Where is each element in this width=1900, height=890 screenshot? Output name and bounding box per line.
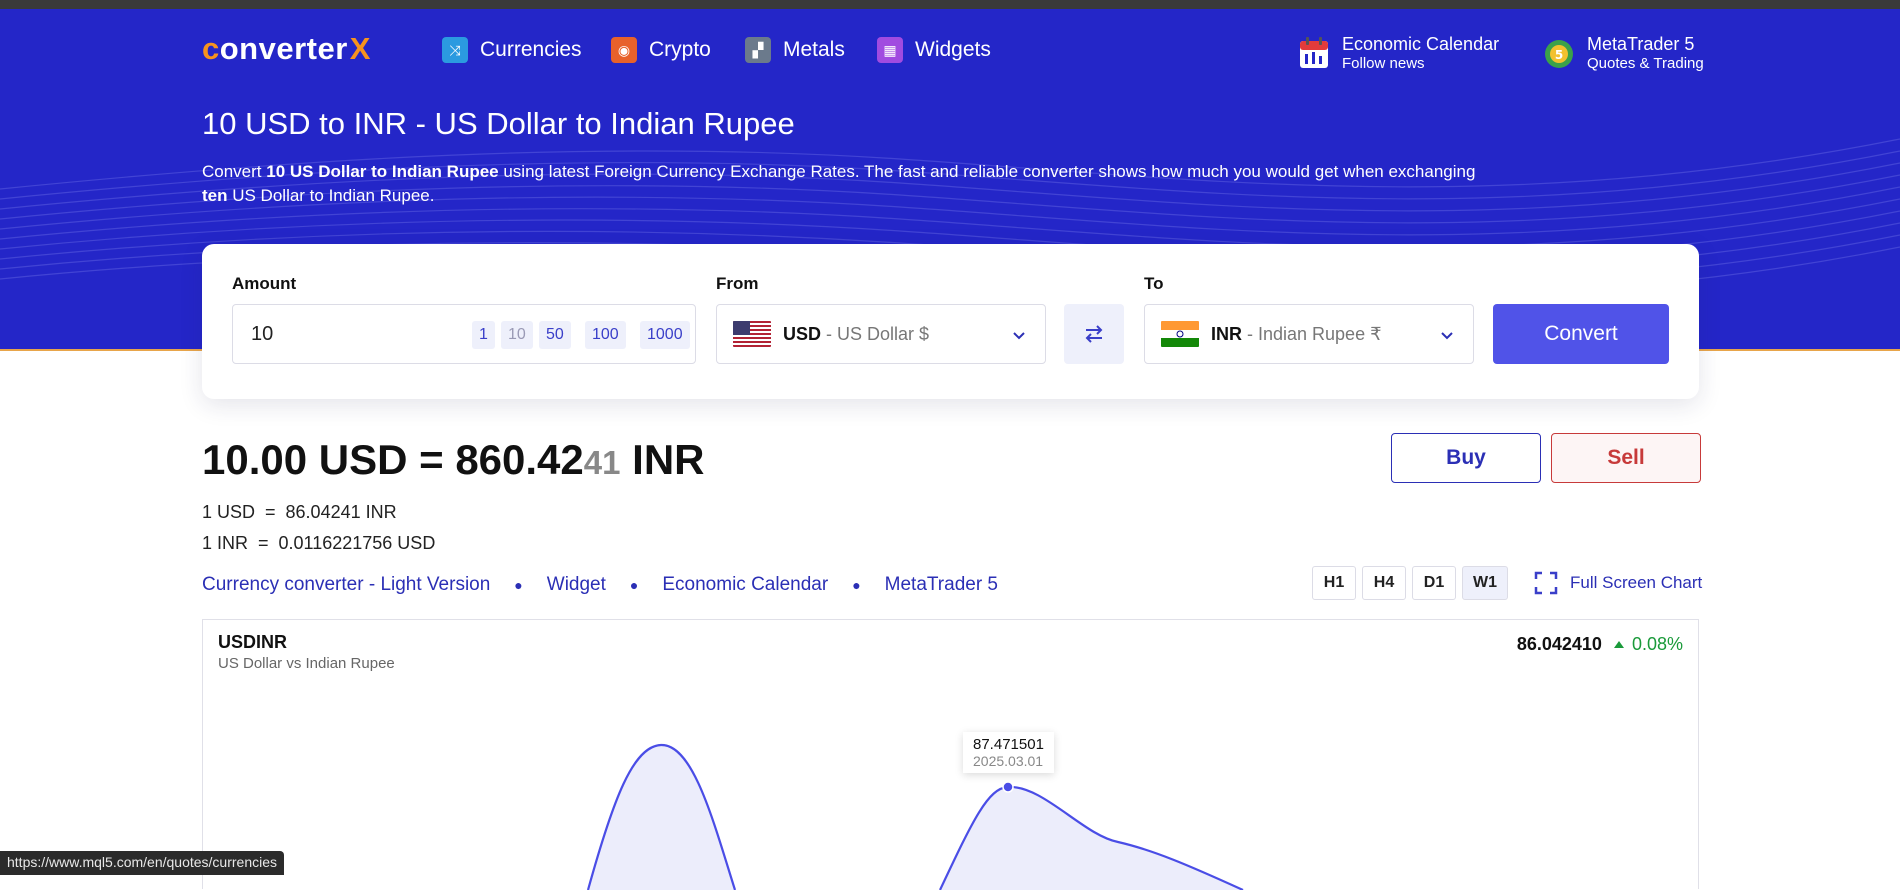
separator-dot: ● bbox=[852, 577, 861, 593]
separator-dot: ● bbox=[514, 577, 523, 593]
full-screen-chart-link[interactable]: Full Screen Chart bbox=[1534, 571, 1702, 595]
chart-tooltip: 87.471501 2025.03.01 bbox=[963, 732, 1054, 773]
timeframe-d1-button[interactable]: D1 bbox=[1412, 566, 1456, 600]
swap-currencies-button[interactable] bbox=[1064, 304, 1124, 364]
fullscreen-label: Full Screen Chart bbox=[1570, 573, 1703, 592]
converter-card: Amount 10 1 10 50 100 1000 From USD - US… bbox=[202, 244, 1699, 399]
preset-10-button[interactable]: 10 bbox=[501, 321, 533, 349]
metatrader-title: MetaTrader 5 bbox=[1587, 33, 1695, 54]
nav-item-currencies[interactable]: ⤨ Currencies bbox=[442, 35, 582, 65]
crypto-coin-icon: ◉ bbox=[611, 37, 637, 63]
rate-usd-inr: 1 USD = 86.04241 INR bbox=[202, 502, 397, 522]
nav-item-widgets[interactable]: ▦ Widgets bbox=[877, 35, 991, 65]
converterx-logo[interactable]: c onverter X bbox=[202, 29, 371, 69]
link-light-version[interactable]: Currency converter - Light Version bbox=[202, 574, 490, 596]
conversion-result: 10.00 USD = 860.4241 INR bbox=[202, 436, 705, 484]
price-chart[interactable]: USDINR US Dollar vs Indian Rupee 86.0424… bbox=[202, 619, 1699, 890]
swap-arrows-icon bbox=[1085, 325, 1103, 343]
to-code: INR bbox=[1211, 323, 1242, 344]
widgets-grid-icon: ▦ bbox=[877, 37, 903, 63]
from-name: - US Dollar $ bbox=[826, 323, 930, 344]
from-label: From bbox=[716, 274, 759, 293]
amount-value: 10 bbox=[251, 323, 274, 345]
sell-button[interactable]: Sell bbox=[1551, 433, 1701, 483]
nav-label: Metals bbox=[783, 38, 845, 61]
preset-50-button[interactable]: 50 bbox=[539, 321, 571, 349]
metatrader-subtitle: Quotes & Trading bbox=[1587, 54, 1704, 72]
link-economic-calendar[interactable]: Economic Calendar bbox=[662, 574, 828, 596]
desc-text: using latest Foreign Currency Exchange R… bbox=[498, 162, 1476, 181]
chart-area bbox=[586, 743, 1244, 890]
from-currency-select[interactable]: USD - US Dollar $ bbox=[716, 304, 1046, 364]
rate-inr-usd: 1 INR = 0.0116221756 USD bbox=[202, 533, 436, 553]
result-small-digits: 41 bbox=[583, 444, 621, 481]
to-name: - Indian Rupee ₹ bbox=[1247, 323, 1382, 344]
metatrader-link[interactable]: 5 MetaTrader 5 Quotes & Trading bbox=[1543, 29, 1704, 77]
related-links: Currency converter - Light Version ● Wid… bbox=[202, 574, 998, 596]
svg-text:5: 5 bbox=[1555, 48, 1563, 62]
chevron-down-icon bbox=[1441, 332, 1453, 340]
amount-input[interactable]: 10 1 10 50 100 1000 bbox=[232, 304, 696, 364]
link-metatrader[interactable]: MetaTrader 5 bbox=[885, 574, 998, 596]
nav-label: Currencies bbox=[480, 38, 582, 61]
separator-dot: ● bbox=[629, 577, 639, 593]
tooltip-value: 87.471501 bbox=[973, 736, 1044, 753]
from-code: USD bbox=[783, 323, 822, 344]
desc-bold: 10 US Dollar to Indian Rupee bbox=[266, 162, 499, 181]
to-label: To bbox=[1144, 274, 1164, 293]
result-main: 10.00 USD = 860.42 bbox=[202, 436, 584, 483]
link-widget[interactable]: Widget bbox=[547, 574, 606, 596]
nav-item-crypto[interactable]: ◉ Crypto bbox=[611, 35, 711, 65]
economic-calendar-link[interactable]: Economic Calendar Follow news bbox=[1298, 29, 1499, 77]
browser-status-url: https://www.mql5.com/en/quotes/currencie… bbox=[0, 851, 285, 875]
desc-text: US Dollar to Indian Rupee. bbox=[227, 186, 435, 205]
logo-text: onverter bbox=[219, 31, 348, 66]
gold-bars-icon: ▞ bbox=[745, 37, 771, 63]
calendar-icon bbox=[1300, 37, 1328, 68]
india-flag-icon bbox=[1161, 321, 1199, 347]
preset-100-button[interactable]: 100 bbox=[585, 321, 626, 349]
page-description: Convert 10 US Dollar to Indian Rupee usi… bbox=[202, 160, 1502, 208]
logo-x: X bbox=[349, 31, 371, 66]
nav-item-metals[interactable]: ▞ Metals bbox=[745, 35, 845, 65]
desc-text: Convert bbox=[202, 162, 267, 181]
page-title: 10 USD to INR - US Dollar to Indian Rupe… bbox=[202, 106, 795, 141]
top-navigation: c onverter X ⤨ Currencies ◉ Crypto ▞ Metal… bbox=[0, 9, 1900, 89]
result-currency: INR bbox=[620, 436, 705, 483]
timeframe-h4-button[interactable]: H4 bbox=[1362, 566, 1406, 600]
calendar-title: Economic Calendar bbox=[1342, 33, 1500, 54]
us-flag-icon bbox=[733, 321, 771, 347]
chart-highlight-point[interactable] bbox=[1002, 781, 1014, 793]
nav-label: Widgets bbox=[915, 38, 991, 61]
timeframe-w1-button[interactable]: W1 bbox=[1462, 566, 1508, 600]
convert-button[interactable]: Convert bbox=[1493, 304, 1669, 364]
calendar-subtitle: Follow news bbox=[1342, 54, 1425, 72]
preset-1000-button[interactable]: 1000 bbox=[640, 321, 690, 349]
shuffle-icon: ⤨ bbox=[442, 37, 468, 63]
preset-1-button[interactable]: 1 bbox=[472, 321, 495, 349]
logo-c: c bbox=[202, 31, 220, 66]
fullscreen-icon bbox=[1534, 571, 1558, 595]
browser-top-strip bbox=[0, 0, 1900, 9]
amount-label: Amount bbox=[232, 274, 297, 293]
nav-label: Crypto bbox=[649, 38, 711, 61]
tooltip-date: 2025.03.01 bbox=[973, 753, 1044, 769]
desc-bold: ten bbox=[202, 186, 228, 205]
chevron-down-icon bbox=[1013, 332, 1025, 340]
metatrader-icon: 5 bbox=[1545, 40, 1573, 68]
to-currency-select[interactable]: INR - Indian Rupee ₹ bbox=[1144, 304, 1474, 364]
buy-button[interactable]: Buy bbox=[1391, 433, 1541, 483]
timeframe-h1-button[interactable]: H1 bbox=[1312, 566, 1356, 600]
